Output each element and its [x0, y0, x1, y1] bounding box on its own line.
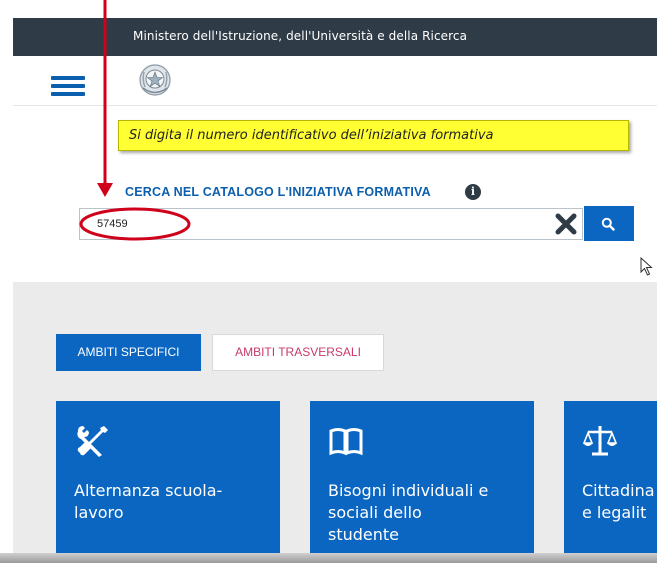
- search-input[interactable]: [79, 208, 583, 240]
- open-book-icon: [329, 428, 363, 456]
- ministry-name: Ministero dell'Istruzione, dell'Universi…: [133, 29, 468, 43]
- hamburger-menu-icon[interactable]: [51, 76, 85, 96]
- italian-republic-emblem-icon: [139, 64, 171, 96]
- info-circle-icon[interactable]: i: [465, 184, 481, 200]
- ministry-header-bar: Ministero dell'Istruzione, dell'Universi…: [13, 18, 657, 56]
- instruction-callout: Si digita il numero identificativo dell’…: [118, 120, 629, 151]
- callout-text: Si digita il numero identificativo dell’…: [129, 128, 494, 143]
- search-button[interactable]: [584, 206, 634, 241]
- search-magnifier-icon: [601, 217, 615, 231]
- card-title: Cittadina e legalit: [582, 481, 655, 522]
- search-label: CERCA NEL CATALOGO L'INIZIATIVA FORMATIV…: [125, 185, 431, 199]
- tab-ambiti-specifici[interactable]: AMBITI SPECIFICI: [56, 334, 201, 371]
- card-alternanza-scuola-lavoro[interactable]: Alternanza scuola- lavoro: [56, 401, 280, 563]
- mouse-pointer-icon: [640, 257, 653, 276]
- bottom-shadow: [0, 553, 657, 563]
- tab-ambiti-trasversali[interactable]: AMBITI TRASVERSALI: [212, 334, 384, 371]
- tools-wrench-screwdriver-icon: [77, 426, 108, 457]
- page: Ministero dell'Istruzione, dell'Universi…: [0, 0, 657, 563]
- card-title: Bisogni individuali e sociali dello stud…: [328, 481, 489, 544]
- navigation-bar: [13, 56, 657, 106]
- card-title: Alternanza scuola- lavoro: [74, 481, 223, 522]
- close-x-icon[interactable]: [554, 212, 578, 236]
- scales-of-justice-icon: [582, 426, 618, 456]
- card-bisogni-individuali[interactable]: Bisogni individuali e sociali dello stud…: [310, 401, 534, 563]
- card-cittadinanza-legalita[interactable]: Cittadina e legalit: [564, 401, 657, 563]
